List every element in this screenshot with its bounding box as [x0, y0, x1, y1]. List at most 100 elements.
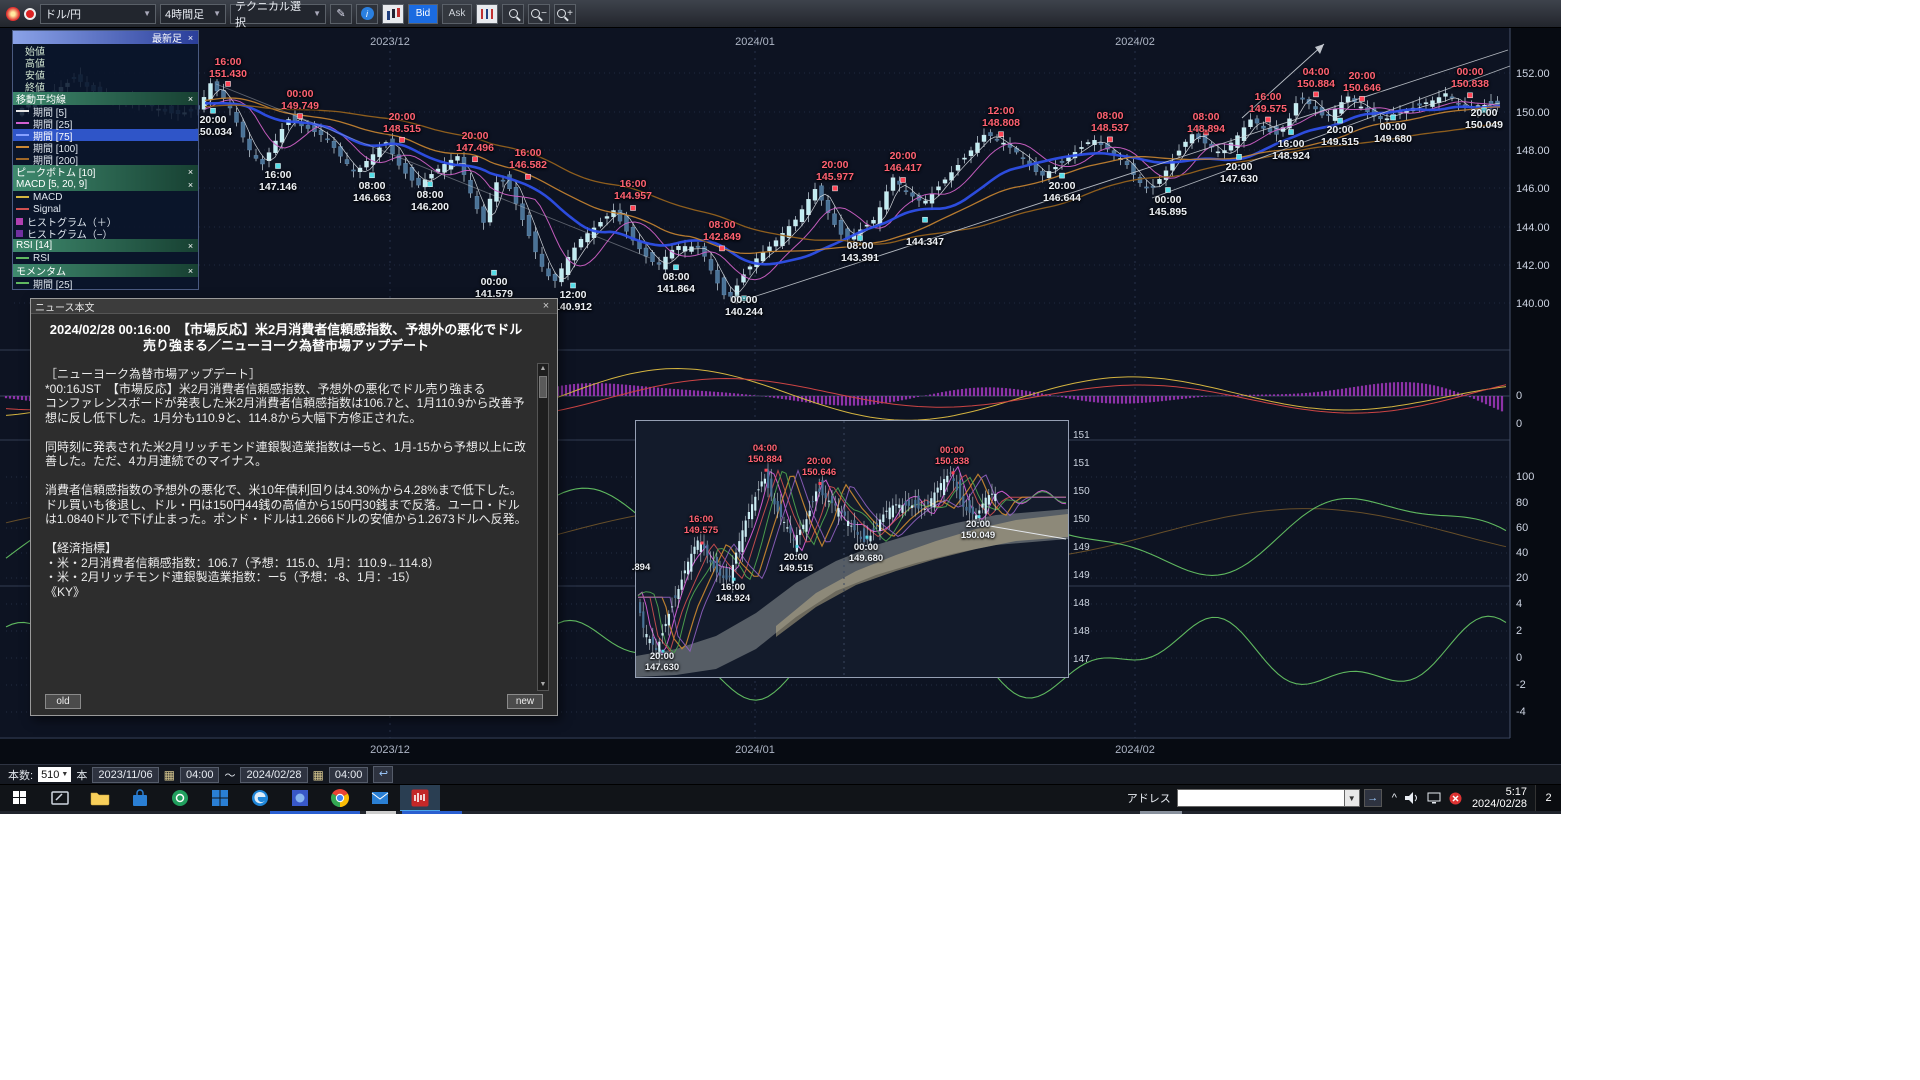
magnifier-minus-icon — [531, 9, 540, 18]
background-window-fragment — [1140, 811, 1182, 814]
display-icon[interactable] — [1427, 792, 1441, 804]
time-from-field[interactable]: 04:00 — [180, 767, 220, 783]
chrome-button[interactable] — [320, 785, 360, 812]
news-body-line: *00:16JST 【市場反応】米2月消費者信頼感指数、予想外の悪化でドル売り強… — [45, 382, 529, 397]
close-icon[interactable]: × — [186, 241, 195, 251]
calendar-icon[interactable]: ▦ — [164, 768, 175, 782]
green-app-button[interactable] — [160, 785, 200, 812]
news-window[interactable]: ニュース本文 × 2024/02/28 00:16:00 【市場反応】米2月消費… — [30, 298, 558, 716]
svg-text:0: 0 — [1516, 418, 1522, 430]
volume-icon[interactable] — [1405, 792, 1419, 804]
info-button[interactable]: i — [356, 4, 378, 24]
trading-app-button[interactable] — [400, 785, 440, 812]
timeframe-select[interactable]: 4時間足 ▼ — [160, 4, 226, 24]
indicator-section-header[interactable]: MACD [5, 20, 9] × — [13, 178, 198, 191]
technical-select[interactable]: テクニカル選択 ▼ — [230, 4, 326, 24]
chevron-down-icon: ▼ — [313, 9, 321, 18]
old-news-button[interactable]: old — [45, 694, 81, 709]
indicator-item[interactable]: MACD — [13, 191, 198, 203]
windows-app-button[interactable] — [200, 785, 240, 812]
store-button[interactable] — [120, 785, 160, 812]
bid-button[interactable]: Bid — [408, 4, 438, 24]
inset-chart-window[interactable]: 04:00150.88420:00150.64600:00150.83816:0… — [635, 420, 1097, 678]
news-body-line: 《KY》 — [45, 585, 529, 600]
tray-chevron-icon[interactable]: ^ — [1392, 792, 1397, 804]
inset-axis-label: 151 — [1073, 458, 1090, 469]
chrome-icon — [331, 789, 349, 807]
blue-tiles-icon — [211, 789, 229, 807]
inset-chart-box — [635, 420, 1069, 678]
indicator-label: RSI — [33, 253, 50, 264]
color-swatch-icon — [16, 110, 29, 112]
news-body-line: コンファレンスボードが発表した米2月消費者信頼感指数は106.7と、1月110.… — [45, 396, 529, 425]
file-explorer-button[interactable] — [80, 785, 120, 812]
date-to-field[interactable]: 2024/02/28 — [240, 767, 307, 783]
reload-button[interactable]: ↩ — [373, 766, 393, 783]
svg-text:2024/02: 2024/02 — [1115, 36, 1155, 48]
close-icon[interactable]: × — [539, 300, 553, 312]
svg-text:4: 4 — [1516, 598, 1522, 610]
svg-text:60: 60 — [1516, 522, 1528, 534]
color-swatch-icon — [16, 208, 29, 210]
ask-button[interactable]: Ask — [442, 4, 472, 24]
bar-count-value: 510 — [41, 769, 59, 781]
scroll-down-icon[interactable]: ▼ — [540, 680, 547, 690]
zoom-reset-button[interactable] — [502, 4, 524, 24]
indicator-item[interactable]: 期間 [25] — [13, 277, 198, 289]
candle-style-button[interactable] — [382, 4, 404, 24]
folder-icon — [90, 790, 110, 806]
currency-pair-select[interactable]: ドル/円 ▼ — [40, 4, 156, 24]
zoom-out-button[interactable]: − — [528, 4, 550, 24]
start-button[interactable] — [0, 785, 40, 812]
edge-button[interactable] — [240, 785, 280, 812]
clock-date: 2024/02/28 — [1472, 798, 1527, 810]
scroll-up-icon[interactable]: ▲ — [540, 364, 547, 374]
close-icon[interactable]: × — [186, 167, 195, 177]
system-tray: ^ — [1392, 792, 1462, 805]
close-icon[interactable]: × — [186, 266, 195, 276]
news-scrollbar[interactable]: ▲ ▼ — [537, 363, 549, 691]
spinner-icon[interactable]: ▼ — [61, 771, 68, 778]
color-swatch-icon — [16, 134, 29, 136]
address-input[interactable] — [1177, 789, 1345, 807]
svg-text:2: 2 — [1516, 625, 1522, 637]
ink-workspace-button[interactable] — [40, 785, 80, 812]
bar-count-input[interactable]: 510▼ — [38, 767, 71, 782]
chevron-down-icon: ▼ — [213, 9, 221, 18]
date-from-field[interactable]: 2023/11/06 — [92, 767, 158, 783]
address-label: アドレス — [1127, 790, 1171, 806]
close-icon[interactable]: × — [186, 33, 195, 43]
calendar-icon[interactable]: ▦ — [313, 768, 324, 782]
time-to-field[interactable]: 04:00 — [329, 767, 369, 783]
news-body-line — [45, 469, 529, 484]
info-icon: i — [361, 7, 374, 20]
indicator-section-header[interactable]: ピークボトム [10] × — [13, 165, 198, 178]
color-swatch-icon — [16, 257, 29, 259]
magnifier-icon — [509, 9, 518, 18]
mail-app-button[interactable] — [360, 785, 400, 812]
scrollbar-thumb[interactable] — [539, 376, 547, 398]
draw-tool-button[interactable]: ✎ — [330, 4, 352, 24]
zoom-in-button[interactable]: + — [554, 4, 576, 24]
chevron-down-icon[interactable]: ▼ — [1345, 789, 1360, 807]
indicator-item[interactable]: ヒストグラム（−） — [13, 227, 198, 239]
notification-badge[interactable]: 2 — [1535, 785, 1561, 812]
taskbar-clock[interactable]: 5:17 2024/02/28 — [1472, 786, 1527, 810]
indicator-section-header[interactable]: RSI [14]× — [13, 239, 198, 252]
inset-axis-label: 149 — [1073, 542, 1090, 553]
address-go-button[interactable]: → — [1364, 789, 1382, 807]
chart-type-button[interactable] — [476, 4, 498, 24]
edge-icon — [251, 789, 269, 807]
new-news-button[interactable]: new — [507, 694, 543, 709]
svg-text:148.00: 148.00 — [1516, 145, 1550, 157]
close-icon[interactable]: × — [186, 180, 195, 190]
news-titlebar[interactable]: ニュース本文 × — [31, 299, 557, 314]
error-status-icon[interactable] — [1449, 792, 1462, 805]
indicator-label: MACD [5, 20, 9] — [16, 179, 182, 190]
inset-axis-label: 149 — [1073, 570, 1090, 581]
photos-app-button[interactable] — [280, 785, 320, 812]
indicator-label: ピークボトム [10] — [16, 164, 182, 179]
inset-axis-label: 150 — [1073, 486, 1090, 497]
close-icon[interactable]: × — [186, 94, 195, 104]
news-body-line — [45, 425, 529, 440]
